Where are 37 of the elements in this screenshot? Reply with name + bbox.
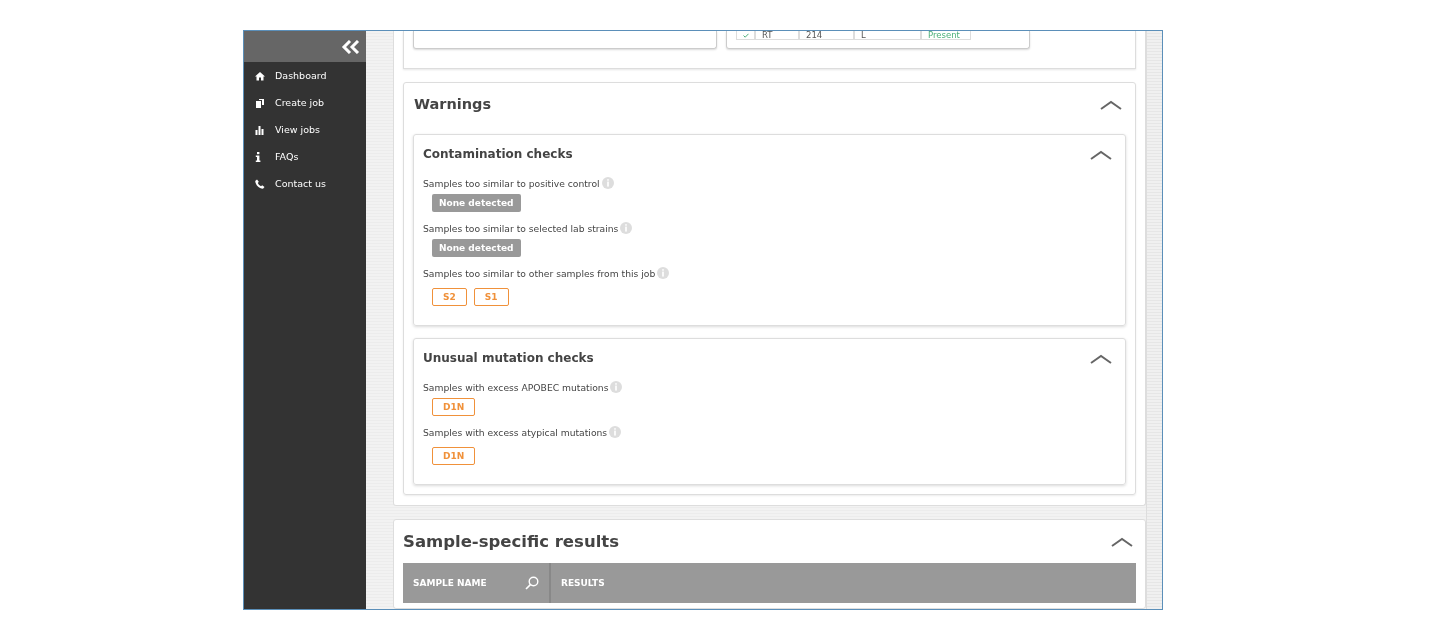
table-cell: RT (755, 31, 799, 40)
nav-item[interactable]: Contact us (244, 170, 366, 197)
nav-item[interactable]: Dashboard (244, 62, 366, 89)
nav-item[interactable]: FAQs (244, 143, 366, 170)
column-header[interactable]: RESULTS (551, 563, 605, 603)
check-label: Samples too similar to selected lab strains (423, 222, 619, 234)
search-icon[interactable] (525, 576, 539, 590)
collapse-icon[interactable] (341, 39, 361, 54)
chevron-up-icon[interactable] (1090, 353, 1112, 364)
section-title: Warnings (414, 96, 492, 112)
chevron-up-icon[interactable] (1111, 537, 1133, 547)
info-icon (255, 151, 261, 162)
document-icon (255, 97, 265, 108)
section-title: Sample-specific results (403, 532, 619, 551)
table-cell: L (854, 31, 921, 40)
group-title: Contamination checks (423, 147, 573, 161)
sample-tag[interactable]: D1N (432, 398, 476, 416)
bar-chart-icon (255, 124, 265, 135)
home-icon (255, 70, 265, 81)
check-label: Samples too similar to other samples from this job (423, 267, 656, 279)
table-cell: 214 (799, 31, 854, 40)
nav-item[interactable]: Create job (244, 89, 366, 116)
group-title: Unusual mutation checks (423, 351, 594, 365)
check-label: Samples with excess atypical mutations (423, 426, 608, 438)
table-cell: Present (921, 31, 971, 40)
sample-tag[interactable]: D1N (432, 447, 476, 465)
chevron-up-icon[interactable] (1090, 149, 1112, 160)
chevron-up-icon[interactable] (1100, 99, 1122, 110)
phone-icon (255, 178, 265, 189)
check-label: Samples too similar to positive control (423, 177, 600, 189)
check-label: Samples with excess APOBEC mutations (423, 381, 609, 393)
nav-item[interactable]: View jobs (244, 116, 366, 143)
sample-tag[interactable]: S1 (473, 288, 509, 306)
sample-tag[interactable]: S2 (432, 288, 467, 306)
column-header[interactable]: SAMPLE NAME (403, 563, 551, 603)
status-badge: None detected (432, 239, 521, 257)
status-badge: None detected (432, 194, 521, 212)
